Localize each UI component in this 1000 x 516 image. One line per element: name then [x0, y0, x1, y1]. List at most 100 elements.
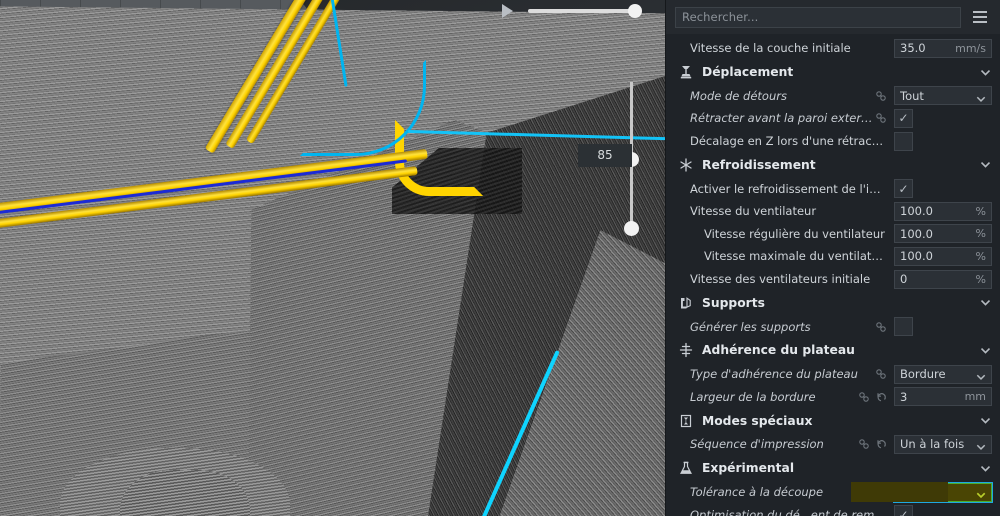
- setting-unit: %: [975, 249, 986, 263]
- setting-value: Tout: [900, 88, 924, 103]
- setting-label: Optimisation du dé...ent de remplissage: [690, 507, 887, 516]
- simulation-slider[interactable]: [528, 4, 642, 18]
- simulation-slider-track[interactable]: [528, 9, 640, 13]
- menu-line-3: [973, 21, 987, 23]
- setting-value-input[interactable]: 100.0 %: [894, 201, 992, 221]
- revert-icon[interactable]: [875, 438, 887, 450]
- chevron-down-icon: [975, 368, 987, 381]
- play-icon[interactable]: [498, 2, 516, 20]
- setting-value: 100.0: [900, 226, 933, 241]
- setting-label: Vitesse des ventilateurs initiale: [690, 272, 871, 287]
- setting-value: 3: [900, 389, 908, 404]
- setting-row-adhesion-type[interactable]: Type d'adhérence du plateau Bordure: [666, 363, 1000, 386]
- setting-row-generate-support[interactable]: Générer les supports: [666, 315, 1000, 338]
- setting-unit: %: [975, 204, 986, 218]
- setting-row-z-hop-when-retracted[interactable]: Décalage en Z lors d'une rétraction: [666, 130, 1000, 153]
- special-modes-icon: [676, 412, 696, 430]
- settings-panel-toolbar: Rechercher...: [666, 0, 1000, 34]
- chevron-down-icon[interactable]: [979, 414, 992, 427]
- setting-value: 100.0: [900, 204, 933, 219]
- setting-unit: mm: [964, 390, 986, 404]
- setting-row-enable-print-cooling[interactable]: Activer le refroidissement de l'impressi…: [666, 177, 1000, 200]
- print-settings-panel: Rechercher... Vitesse de la couche initi…: [665, 0, 1000, 516]
- setting-checkbox[interactable]: ✓: [894, 505, 913, 516]
- link-icon[interactable]: [875, 112, 887, 124]
- setting-dropdown[interactable]: Bordure: [894, 364, 992, 384]
- setting-icons: [858, 438, 887, 450]
- 3d-print-preview-viewport[interactable]: 85: [0, 0, 665, 516]
- settings-category-special-modes[interactable]: Modes spéciaux: [666, 408, 1000, 433]
- layer-slider-lower-handle[interactable]: [624, 221, 639, 236]
- setting-value-input[interactable]: 100.0 %: [894, 246, 992, 266]
- settings-category-support[interactable]: Supports: [666, 290, 1000, 315]
- setting-label: Vitesse régulière du ventilateur: [704, 226, 885, 241]
- setting-checkbox[interactable]: [894, 317, 913, 337]
- setting-value-input[interactable]: 100.0 %: [894, 224, 992, 244]
- category-label: Adhérence du plateau: [702, 343, 855, 358]
- setting-value-input[interactable]: 35.0 mm/s: [894, 38, 992, 58]
- search-placeholder: Rechercher...: [682, 10, 759, 24]
- setting-icons: [875, 112, 887, 124]
- setting-label: Vitesse maximale du ventilateur: [704, 249, 887, 264]
- setting-checkbox[interactable]: [894, 131, 913, 151]
- chevron-down-icon[interactable]: [979, 296, 992, 309]
- category-label: Déplacement: [702, 65, 794, 80]
- chevron-down-icon[interactable]: [979, 66, 992, 79]
- setting-row-max-fan-speed[interactable]: Vitesse maximale du ventilateur 100.0 %: [666, 245, 1000, 268]
- setting-dropdown[interactable]: Un à la fois: [894, 434, 992, 454]
- setting-value-input[interactable]: 0 %: [894, 269, 992, 289]
- setting-label: Générer les supports: [690, 319, 811, 334]
- setting-row-fan-speed[interactable]: Vitesse du ventilateur 100.0 %: [666, 200, 1000, 223]
- category-label: Modes spéciaux: [702, 413, 813, 428]
- setting-value: 100.0: [900, 249, 933, 264]
- hamburger-menu-icon[interactable]: [969, 6, 991, 28]
- setting-label: Activer le refroidissement de l'impressi…: [690, 181, 887, 196]
- link-icon[interactable]: [875, 90, 887, 102]
- settings-category-travel[interactable]: Déplacement: [666, 60, 1000, 85]
- chevron-down-icon[interactable]: [979, 344, 992, 357]
- category-label: Supports: [702, 295, 765, 310]
- link-icon[interactable]: [858, 438, 870, 450]
- setting-label: Type d'adhérence du plateau: [690, 367, 858, 382]
- setting-row-brim-width[interactable]: Largeur de la bordure 3 mm: [666, 386, 1000, 409]
- setting-row-retraction-combing[interactable]: Mode de détours Tout: [666, 85, 1000, 108]
- setting-label: Vitesse de la couche initiale: [690, 41, 851, 56]
- setting-row-regular-fan-speed[interactable]: Vitesse régulière du ventilateur 100.0 %: [666, 223, 1000, 246]
- setting-label: Vitesse du ventilateur: [690, 204, 817, 219]
- setting-value: Bordure: [900, 367, 946, 382]
- setting-row-initial-fan-speed[interactable]: Vitesse des ventilateurs initiale 0 %: [666, 268, 1000, 291]
- setting-checkbox[interactable]: ✓: [894, 179, 913, 199]
- settings-category-cooling[interactable]: Refroidissement: [666, 152, 1000, 177]
- experimental-icon: [676, 459, 696, 477]
- search-input[interactable]: Rechercher...: [675, 6, 961, 28]
- cura-preview-window: 85 Rechercher... Vitesse de la couche in…: [0, 0, 1000, 516]
- chevron-down-icon[interactable]: [979, 158, 992, 171]
- settings-category-platform-adhesion[interactable]: Adhérence du plateau: [666, 338, 1000, 363]
- setting-row-infill-travel-optimization[interactable]: Optimisation du dé...ent de remplissage …: [666, 503, 1000, 516]
- settings-list: Vitesse de la couche initiale 35.0 mm/s: [666, 34, 1000, 516]
- setting-row-print-sequence[interactable]: Séquence d'impression Un à la fois: [666, 433, 1000, 456]
- setting-row-slicing-tolerance[interactable]: Tolérance à la découpe Inclusif: [666, 481, 1000, 504]
- chevron-down-icon[interactable]: [979, 462, 992, 475]
- setting-value-input[interactable]: 3 mm: [894, 387, 992, 407]
- setting-dropdown[interactable]: Tout: [894, 86, 992, 106]
- layer-number-label[interactable]: 85: [578, 144, 632, 167]
- check-icon: ✓: [898, 181, 909, 196]
- link-icon[interactable]: [875, 321, 887, 333]
- revert-icon[interactable]: [875, 391, 887, 403]
- setting-checkbox-wrap: ✓: [894, 108, 992, 128]
- link-icon[interactable]: [875, 368, 887, 380]
- setting-value: 35.0: [900, 41, 926, 56]
- chevron-down-icon: [975, 486, 987, 499]
- setting-row-initial-layer-speed[interactable]: Vitesse de la couche initiale 35.0 mm/s: [666, 37, 1000, 60]
- setting-value: 0: [900, 272, 908, 287]
- setting-checkbox[interactable]: ✓: [894, 108, 913, 128]
- link-icon[interactable]: [858, 391, 870, 403]
- setting-checkbox-wrap: [894, 317, 992, 337]
- simulation-slider-handle[interactable]: [628, 4, 642, 18]
- setting-checkbox-wrap: ✓: [894, 505, 992, 516]
- settings-category-experimental[interactable]: Expérimental: [666, 456, 1000, 481]
- chevron-down-icon: [975, 90, 987, 102]
- setting-row-retract-before-outer-wall[interactable]: Rétracter avant la paroi externe ✓: [666, 107, 1000, 130]
- category-label: Refroidissement: [702, 157, 816, 172]
